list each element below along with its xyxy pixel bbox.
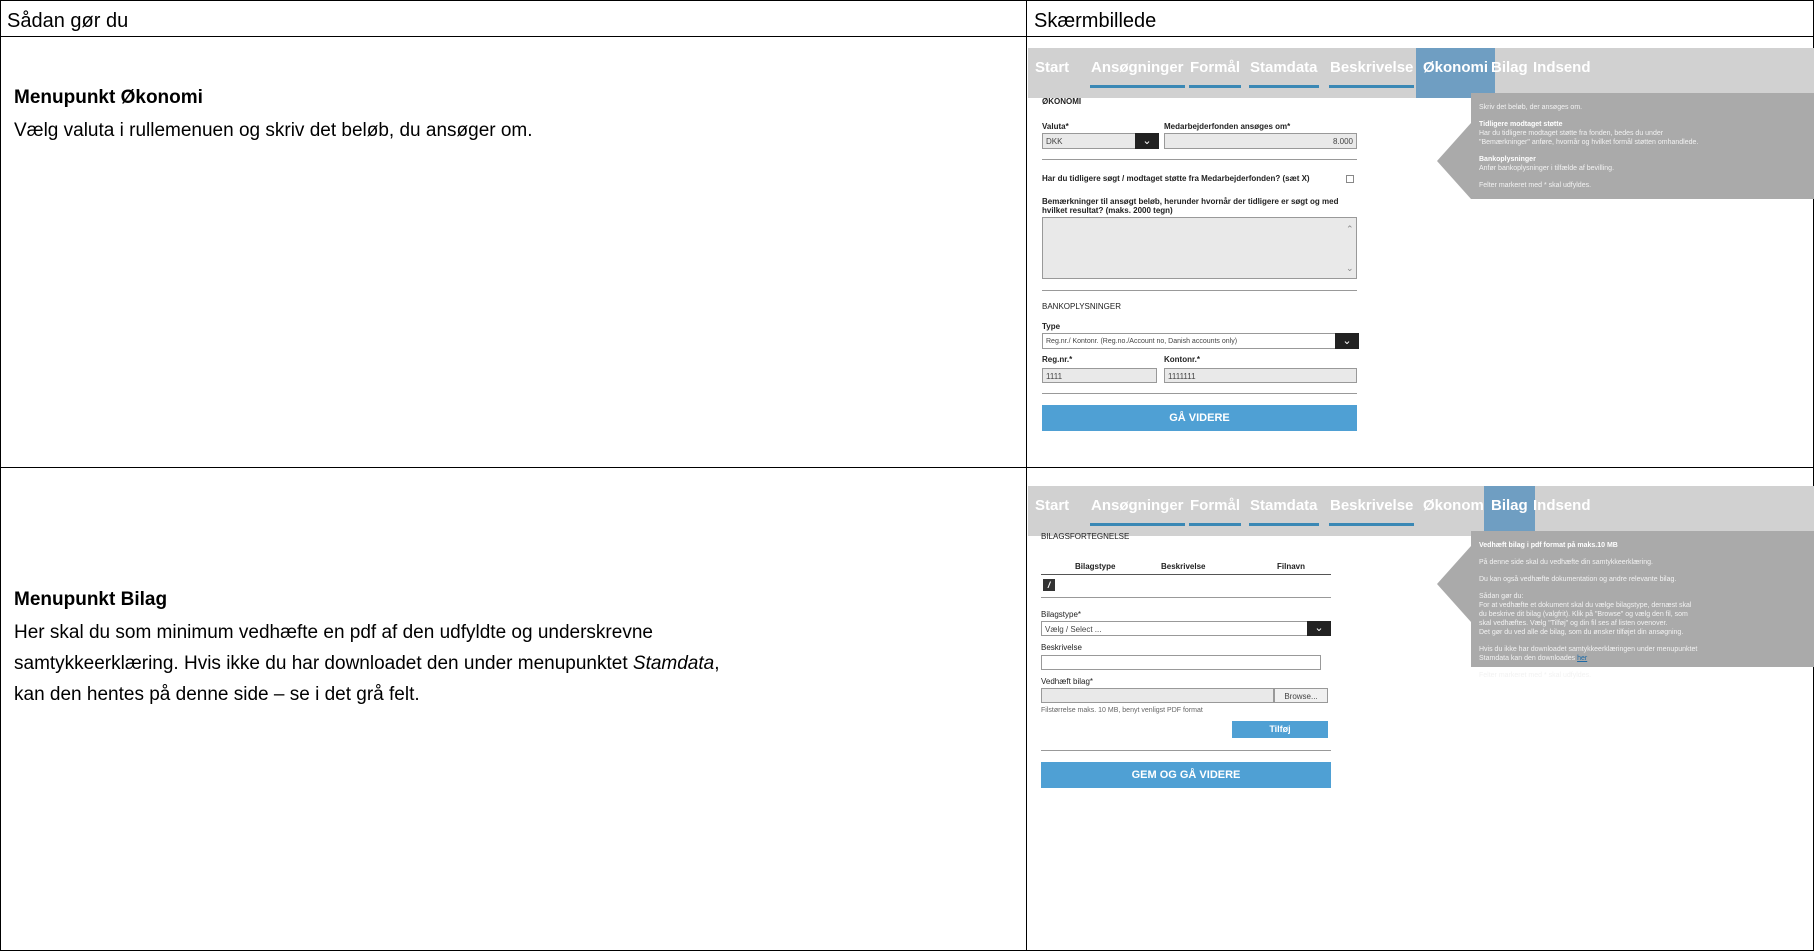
screenshot-bilag: Start Ansøgninger Formål Stamdata Beskri… (1028, 486, 1814, 951)
konto-input[interactable]: 1111111 (1164, 368, 1357, 383)
bilag-text-line-3: kan den hentes på denne side – se i det … (14, 684, 420, 705)
valuta-label: Valuta* (1042, 122, 1069, 131)
side-panel-pointer (1437, 123, 1471, 199)
screenshot-oekonomi: Start Ansøgninger Formål Stamdata Beskri… (1028, 48, 1814, 466)
nav-indsend[interactable]: Indsend (1526, 48, 1598, 98)
chevron-down-icon[interactable]: ⌄ (1307, 621, 1331, 636)
nav-beskrivelse[interactable]: Beskrivelse (1323, 48, 1420, 98)
save-continue-button[interactable]: GEM OG GÅ VIDERE (1041, 762, 1331, 788)
browse-button[interactable]: Browse... (1274, 688, 1328, 703)
divider (1041, 597, 1331, 598)
edit-icon[interactable]: / (1043, 579, 1055, 591)
bilagstype-label: Bilagstype* (1041, 610, 1082, 619)
size-note: Filstørrelse maks. 10 MB, benyt venligst… (1041, 707, 1203, 714)
beskrivelse-input[interactable] (1041, 655, 1321, 670)
konto-label: Kontonr.* (1164, 355, 1200, 364)
nav-start[interactable]: Start (1028, 48, 1076, 98)
side-panel-pointer (1437, 546, 1471, 622)
reg-label: Reg.nr.* (1042, 355, 1073, 364)
attach-label: Vedhæft bilag* (1041, 677, 1094, 686)
divider (1042, 159, 1357, 160)
type-select[interactable]: Reg.nr./ Kontonr. (Reg.no./Account no, D… (1042, 333, 1357, 349)
divider (1042, 290, 1357, 291)
divider (1041, 750, 1331, 751)
continue-button[interactable]: GÅ VIDERE (1042, 405, 1357, 431)
nav-indsend[interactable]: Indsend (1526, 486, 1598, 536)
nav-ansoegninger[interactable]: Ansøgninger (1084, 486, 1191, 536)
section-text-oekonomi: Vælg valuta i rullemenuen og skriv det b… (14, 120, 533, 141)
bilagstype-select[interactable]: Vælg / Select ... (1041, 621, 1331, 636)
previous-support-checkbox[interactable] (1346, 175, 1354, 183)
remarks-textarea[interactable] (1042, 217, 1357, 279)
scroll-up-icon[interactable]: ⌃ (1346, 224, 1354, 235)
section-title-oekonomi: Menupunkt Økonomi (14, 87, 203, 108)
download-link[interactable]: her (1577, 655, 1587, 662)
previous-support-label: Har du tidligere søgt / modtaget støtte … (1042, 174, 1310, 183)
bilag-text-line-1: Her skal du som minimum vedhæfte en pdf … (14, 622, 653, 643)
nav-start[interactable]: Start (1028, 486, 1076, 536)
chevron-down-icon[interactable]: ⌄ (1135, 133, 1159, 149)
column-divider (1026, 0, 1027, 951)
reg-input[interactable]: 1111 (1042, 368, 1157, 383)
nav-stamdata[interactable]: Stamdata (1243, 48, 1325, 98)
nav-bar: Start Ansøgninger Formål Stamdata Beskri… (1028, 48, 1814, 98)
chevron-down-icon[interactable]: ⌄ (1335, 333, 1359, 349)
col-beskrivelse: Beskrivelse (1161, 562, 1206, 571)
header-divider (0, 36, 1814, 37)
amount-label: Medarbejderfonden ansøges om* (1164, 122, 1291, 131)
help-panel: Skriv det beløb, der ansøges om. Tidlige… (1471, 93, 1814, 199)
beskrivelse-label: Beskrivelse (1041, 643, 1082, 652)
amount-input[interactable]: 8.000 (1164, 133, 1357, 149)
section-text-bilag: Her skal du som minimum vedhæfte en pdf … (14, 617, 1014, 710)
divider (1042, 393, 1357, 394)
scroll-down-icon[interactable]: ⌄ (1346, 263, 1354, 274)
help-panel: Vedhæft bilag i pdf format på maks.10 MB… (1471, 531, 1814, 679)
nav-ansoegninger[interactable]: Ansøgninger (1084, 48, 1191, 98)
remarks-label: Bemærkninger til ansøgt beløb, herunder … (1042, 197, 1339, 215)
file-input[interactable] (1041, 688, 1274, 703)
nav-bar: Start Ansøgninger Formål Stamdata Beskri… (1028, 486, 1814, 536)
nav-formaal[interactable]: Formål (1183, 48, 1247, 98)
bank-heading: BANKOPLYSNINGER (1042, 302, 1121, 311)
bilag-text-line-2: samtykkeerklæring. Hvis ikke du har down… (14, 653, 720, 674)
row-divider (0, 467, 1814, 468)
nav-beskrivelse[interactable]: Beskrivelse (1323, 486, 1420, 536)
nav-formaal[interactable]: Formål (1183, 486, 1247, 536)
add-button[interactable]: Tilføj (1232, 721, 1328, 738)
section-title-bilag: Menupunkt Bilag (14, 589, 168, 610)
table-header-line (1041, 574, 1331, 575)
col-bilagstype: Bilagstype (1075, 562, 1116, 571)
nav-stamdata[interactable]: Stamdata (1243, 486, 1325, 536)
header-left: Sådan gør du (7, 10, 129, 32)
type-label: Type (1042, 322, 1061, 331)
col-filnavn: Filnavn (1277, 562, 1306, 571)
header-right: Skærmbillede (1034, 10, 1157, 32)
oekonomi-heading: ØKONOMI (1042, 97, 1082, 106)
bilag-heading: BILAGSFORTEGNELSE (1041, 532, 1130, 541)
